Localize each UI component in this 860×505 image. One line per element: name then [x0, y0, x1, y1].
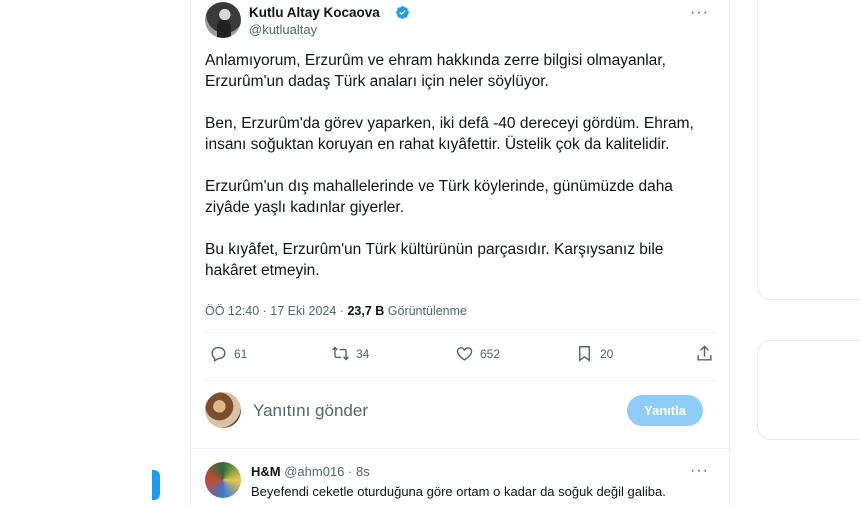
reply-author-avatar[interactable]: [205, 462, 241, 498]
reply-header: H&M @ahm016 · 8s: [251, 464, 370, 479]
retweet-count: 34: [356, 346, 370, 361]
tweet-paragraph: Anlamıyorum, Erzurûm ve ehram hakkında z…: [205, 52, 666, 90]
sidebar-card-2: [757, 340, 860, 440]
divider: [205, 380, 717, 381]
retweet-icon: [332, 346, 349, 361]
bookmark-icon: [579, 346, 590, 362]
user-avatar[interactable]: [205, 392, 241, 428]
reply-text: Beyefendi ceketle oturduğuna göre ortam …: [251, 484, 666, 499]
reply-submit-button[interactable]: Yanıtla: [627, 395, 703, 426]
divider: [191, 448, 731, 449]
retweet-button[interactable]: 34: [331, 344, 369, 363]
like-count: 652: [480, 346, 501, 361]
author-handle[interactable]: @kutlualtay: [249, 22, 317, 37]
tweet-column: Kutlu Altay Kocaova @kutlualtay ··· Anla…: [190, 0, 731, 505]
heart-icon: [456, 347, 473, 361]
share-button[interactable]: [695, 344, 714, 363]
tweet-actions: 61 34 652 20: [205, 344, 717, 368]
bookmark-button[interactable]: 20: [575, 344, 613, 363]
share-icon: [697, 345, 712, 361]
more-options-icon[interactable]: ···: [690, 4, 709, 22]
reply-more-options-icon[interactable]: ···: [690, 462, 709, 480]
reply-composer: Yanıtını gönder Yanıtla: [205, 390, 717, 432]
reply-tweet[interactable]: H&M @ahm016 · 8s Beyefendi ceketle oturd…: [205, 462, 717, 505]
separator-dot: ·: [348, 464, 353, 479]
tweet-paragraph: Erzurûm'un dış mahallelerinde ve Türk kö…: [205, 178, 673, 216]
reply-icon: [211, 346, 226, 363]
reply-count: 61: [234, 346, 248, 361]
author-avatar[interactable]: [205, 2, 241, 38]
tweet-header: Kutlu Altay Kocaova @kutlualtay ···: [205, 2, 717, 40]
divider: [205, 332, 717, 333]
left-edge-accent: [152, 470, 160, 500]
sidebar-card: [757, 0, 860, 300]
reply-author-handle[interactable]: @ahm016: [284, 464, 344, 479]
views-count: 23,7 B: [347, 304, 385, 318]
reply-time[interactable]: 8s: [356, 464, 370, 479]
tweet-paragraph: Bu kıyâfet, Erzurûm'un Türk kültürünün p…: [205, 241, 664, 279]
tweet-paragraph: Ben, Erzurûm'da görev yaparken, iki defâ…: [205, 115, 694, 153]
tweet-meta: ÖÖ 12:40 · 17 Eki 2024 · 23,7 B Görüntül…: [205, 304, 467, 318]
reply-input[interactable]: Yanıtını gönder: [253, 401, 368, 421]
tweet-body: Anlamıyorum, Erzurûm ve ehram hakkında z…: [205, 50, 715, 302]
views-label: Görüntülenme: [384, 304, 467, 318]
verified-badge-icon: [396, 6, 409, 19]
reply-button[interactable]: 61: [209, 344, 247, 363]
reply-author-name[interactable]: H&M: [251, 464, 281, 479]
tweet-timestamp[interactable]: ÖÖ 12:40 · 17 Eki 2024 ·: [205, 304, 347, 318]
author-name[interactable]: Kutlu Altay Kocaova: [249, 5, 380, 20]
bookmark-count: 20: [600, 346, 614, 361]
like-button[interactable]: 652: [455, 344, 500, 363]
